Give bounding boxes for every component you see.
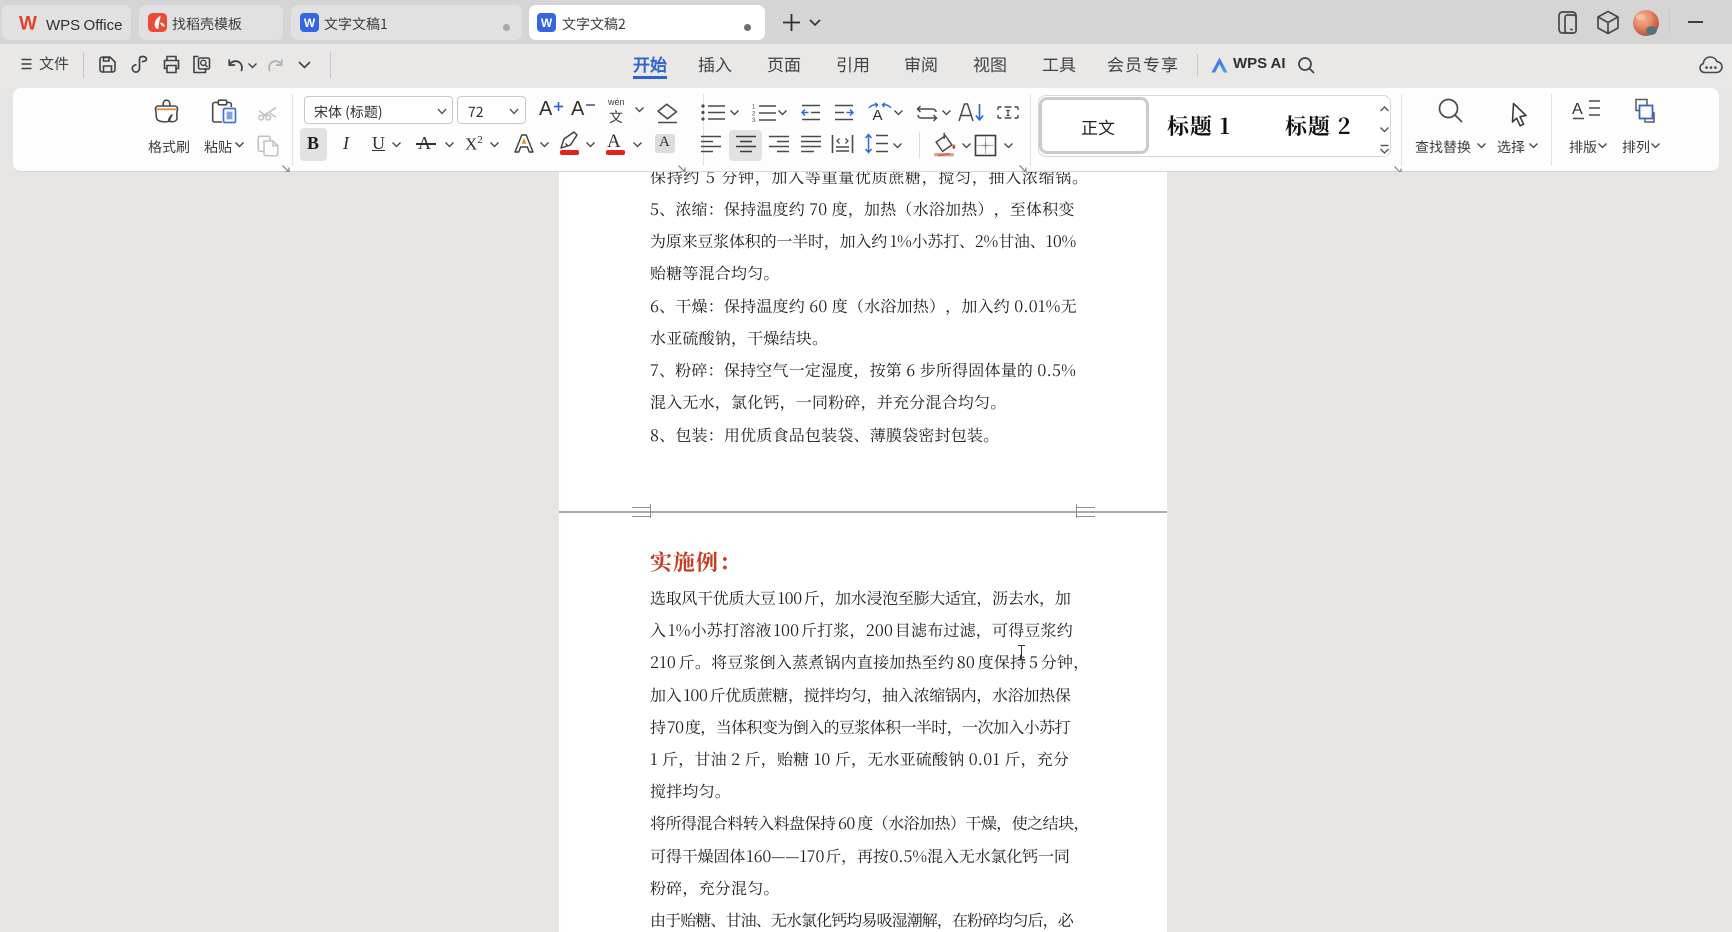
svg-text:W: W xyxy=(304,16,316,30)
svg-text:1: 1 xyxy=(752,105,756,111)
svg-text:W: W xyxy=(19,14,37,34)
svg-text:W: W xyxy=(541,16,553,30)
svg-text:3: 3 xyxy=(752,118,756,122)
svg-text:2: 2 xyxy=(752,112,756,118)
svg-text:A: A xyxy=(1572,101,1583,118)
svg-text:A: A xyxy=(873,107,883,123)
